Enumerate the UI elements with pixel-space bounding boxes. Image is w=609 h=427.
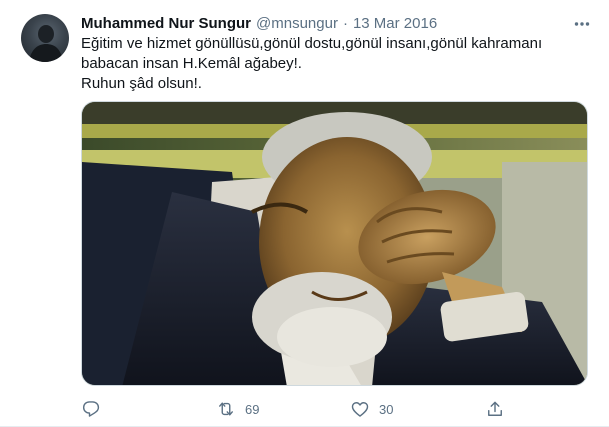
- avatar[interactable]: [21, 14, 69, 62]
- reply-icon: [82, 401, 100, 417]
- retweet-count: 69: [245, 401, 260, 417]
- avatar-image: [29, 25, 63, 62]
- heart-icon: [351, 402, 369, 417]
- tweet-text-line: Eğitim ve hizmet gönüllüsü,gönül dostu,g…: [81, 35, 543, 52]
- tweet-card[interactable]: Muhammed Nur Sungur @mnsungur · 13 Mar 2…: [0, 0, 609, 427]
- like-button[interactable]: 30: [350, 396, 393, 422]
- reply-button[interactable]: [81, 396, 101, 422]
- tweet-actions: 69 30: [81, 396, 511, 422]
- share-button[interactable]: [485, 396, 505, 422]
- tweet-photo[interactable]: [81, 101, 588, 386]
- retweet-button[interactable]: 69: [216, 396, 259, 422]
- author-display-name[interactable]: Muhammed Nur Sungur: [81, 14, 251, 34]
- like-count: 30: [379, 401, 394, 417]
- tweet-text-line: Ruhun şâd olsun!.: [81, 75, 202, 92]
- retweet-icon: [219, 402, 233, 416]
- author-handle[interactable]: @mnsungur: [256, 14, 338, 34]
- tweet-text: Eğitim ve hizmet gönüllüsü,gönül dostu,g…: [81, 34, 591, 94]
- separator-dot: ·: [342, 15, 348, 32]
- share-icon: [488, 401, 502, 416]
- tweet-text-line: babacan insan H.Kemâl ağabey!.: [81, 55, 302, 72]
- more-horizontal-icon[interactable]: [573, 14, 591, 34]
- photo-elderly-man-hand-on-forehead: [82, 102, 587, 385]
- tweet-date[interactable]: 13 Mar 2016: [353, 14, 437, 34]
- tweet-header: Muhammed Nur Sungur @mnsungur · 13 Mar 2…: [81, 14, 593, 34]
